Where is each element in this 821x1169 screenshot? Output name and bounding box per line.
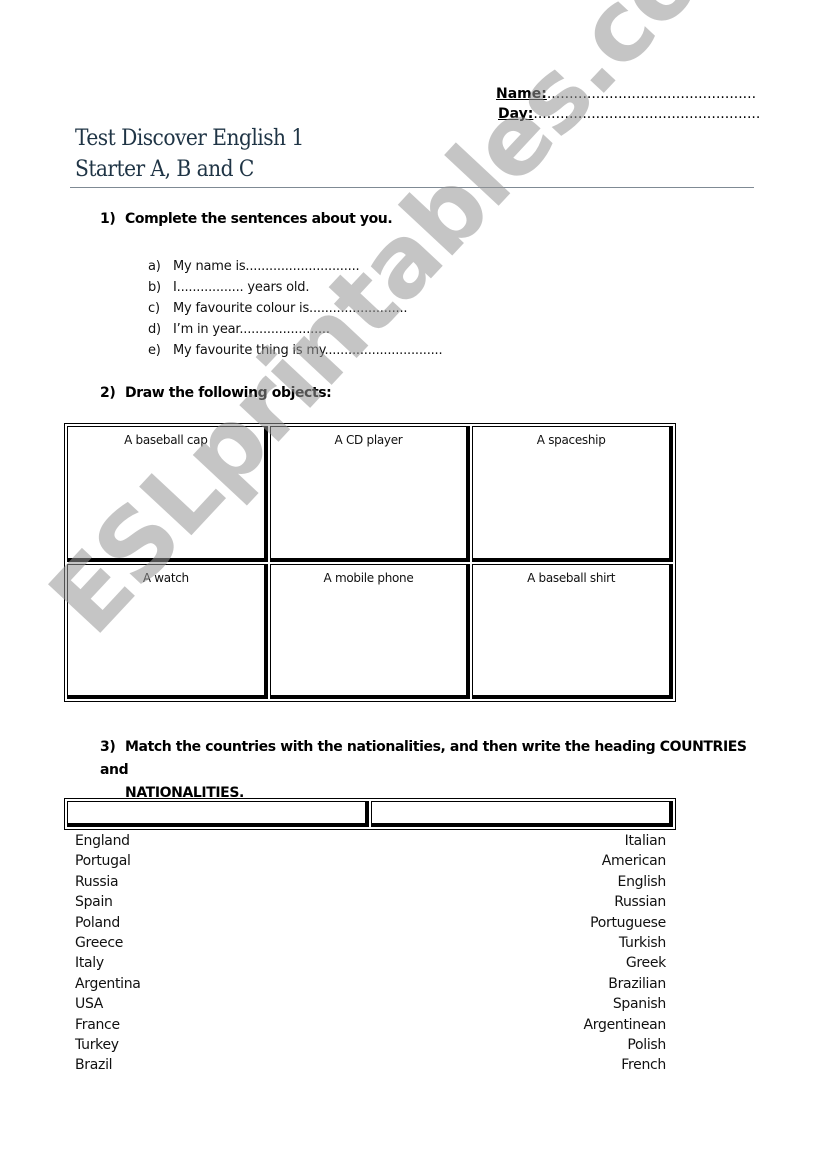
country-item: Turkey <box>75 1037 119 1054</box>
sentence-item[interactable]: d) I’m in year....................... <box>148 319 442 340</box>
question-3-heading: 3) Match the countries with the nationali… <box>100 736 750 805</box>
title-line-2: Starter A, B and C <box>75 157 254 182</box>
country-item: France <box>75 1016 120 1033</box>
sentence-list: a) My name is............................… <box>148 256 443 361</box>
nationality-item: Turkish <box>618 935 666 952</box>
item-text: I’m in year....................... <box>173 322 330 337</box>
page-title: Test Discover English 1 Starter A, B and… <box>75 123 304 185</box>
drawing-cell-spaceship[interactable]: A spaceship <box>472 426 673 562</box>
country-item: USA <box>75 996 104 1013</box>
drawing-cell-watch[interactable]: A watch <box>67 563 268 699</box>
day-blank[interactable]: ........................................… <box>533 106 760 122</box>
drawing-cell-mobile-phone[interactable]: A mobile phone <box>269 563 471 699</box>
sentence-item[interactable]: c) My favourite colour is................… <box>148 298 442 319</box>
country-item: Russia <box>75 873 119 890</box>
question-3-text-line-1: Match the countries with the nationaliti… <box>100 739 747 778</box>
heading-cell-nationalities[interactable] <box>371 801 673 827</box>
country-item: Argentina <box>75 975 141 992</box>
nationality-item: English <box>617 873 667 890</box>
nationality-item: Argentinean <box>583 1016 667 1033</box>
item-text: My favourite thing is my................… <box>173 343 443 358</box>
heading-cell-countries[interactable] <box>67 801 369 827</box>
country-list: England Portugal Russia Spain Poland Gre… <box>75 831 141 1076</box>
title-line-1: Test Discover English 1 <box>75 126 304 151</box>
drawing-cell-baseball-cap[interactable]: A baseball cap <box>67 426 268 562</box>
nationality-item: American <box>601 853 667 870</box>
country-item: Poland <box>75 914 120 931</box>
worksheet-page: Name:...................................… <box>0 0 821 1169</box>
nationality-item: Brazilian <box>608 975 666 992</box>
item-text: My name is............................. <box>173 259 360 274</box>
item-letter: c) <box>148 301 160 316</box>
nationality-item: Polish <box>627 1037 666 1054</box>
country-item: Portugal <box>75 853 131 870</box>
day-label: Day: <box>498 106 534 122</box>
name-field[interactable]: Name:...................................… <box>496 84 760 104</box>
country-item: Greece <box>75 935 124 952</box>
nationality-item: Portuguese <box>590 914 666 931</box>
name-label: Name: <box>496 86 547 102</box>
name-blank[interactable]: ........................................… <box>547 86 756 102</box>
item-text: I................. years old. <box>173 280 310 295</box>
question-1-heading: 1) Complete the sentences about you. <box>100 211 393 227</box>
nationality-item: Italian <box>624 833 667 849</box>
sentence-item[interactable]: e) My favourite thing is my..............… <box>148 340 443 361</box>
nationality-item: French <box>621 1057 666 1074</box>
question-1-text: Complete the sentences about you. <box>125 211 393 227</box>
country-item: England <box>75 833 130 849</box>
question-1-number: 1) <box>100 211 116 227</box>
sentence-item[interactable]: a) My name is............................… <box>148 256 442 277</box>
item-letter: e) <box>148 343 161 358</box>
country-item: Italy <box>75 955 104 972</box>
drawing-cell-cd-player[interactable]: A CD player <box>269 426 471 562</box>
item-letter: a) <box>148 259 161 274</box>
title-divider <box>70 187 754 188</box>
drawing-table: A baseball cap A CD player A spaceship A… <box>64 423 676 702</box>
nationality-item: Russian <box>614 894 666 911</box>
country-item: Spain <box>75 894 113 911</box>
nationality-list: Italian American English Russian Portugu… <box>583 831 667 1076</box>
item-letter: b) <box>148 280 161 295</box>
day-field[interactable]: Day:....................................… <box>496 104 760 124</box>
question-2-number: 2) <box>100 385 116 401</box>
drawing-cell-baseball-shirt[interactable]: A baseball shirt <box>472 563 673 699</box>
question-3-number: 3) <box>100 739 116 755</box>
item-letter: d) <box>148 322 161 337</box>
question-2-heading: 2) Draw the following objects: <box>100 385 332 401</box>
sentence-item[interactable]: b) I................. years old. <box>148 277 442 298</box>
country-item: Brazil <box>75 1057 113 1074</box>
heading-table <box>64 798 676 830</box>
question-2-text: Draw the following objects: <box>125 385 332 401</box>
nationality-item: Greek <box>625 955 666 972</box>
name-day-block: Name:...................................… <box>496 84 760 124</box>
nationality-item: Spanish <box>612 996 666 1013</box>
item-text: My favourite colour is..................… <box>173 301 408 316</box>
